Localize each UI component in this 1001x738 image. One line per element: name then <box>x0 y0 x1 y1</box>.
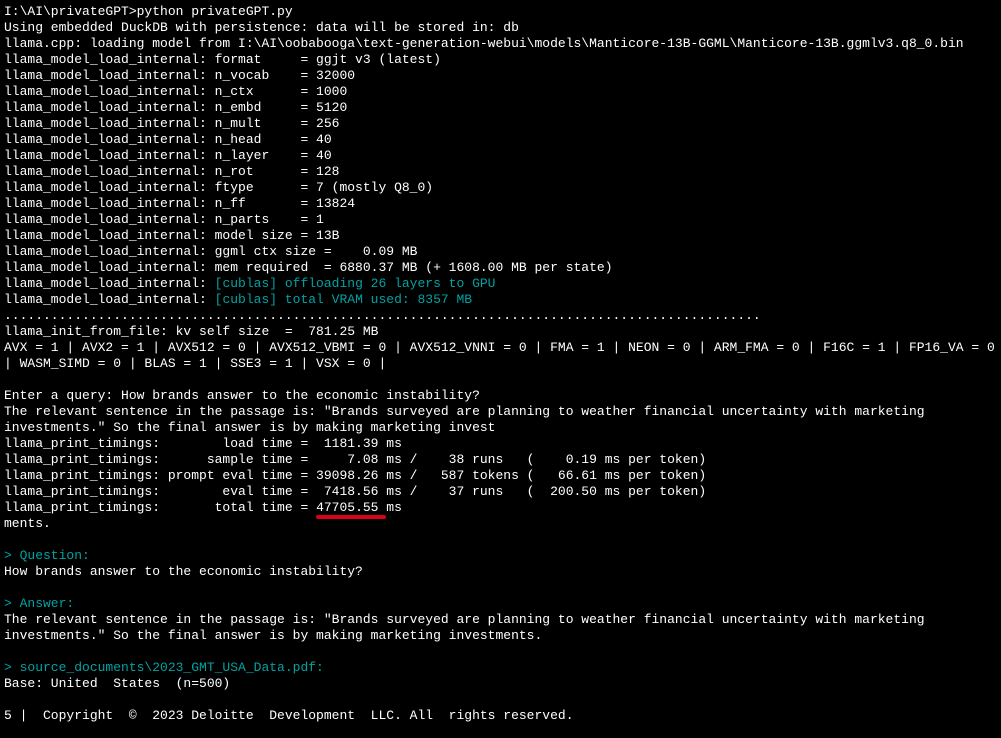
log-line: llama_model_load_internal: model size = … <box>4 228 339 243</box>
answer-preview: The relevant sentence in the passage is:… <box>4 404 925 435</box>
separator-dots: ........................................… <box>4 308 761 323</box>
query-prompt: Enter a query: How brands answer to the … <box>4 388 480 403</box>
cublas-offload: [cublas] offloading 26 layers to GPU <box>215 276 496 291</box>
answer-header: > Answer: <box>4 596 74 611</box>
shell-prompt: I:\AI\privateGPT>python privateGPT.py <box>4 4 293 19</box>
base-line: Base: United States (n=500) <box>4 676 230 691</box>
log-line: llama_model_load_internal: n_parts = 1 <box>4 212 324 227</box>
timing-line: llama_print_timings: eval time = 7418.56… <box>4 484 706 499</box>
log-line: llama_model_load_internal: ggml ctx size… <box>4 244 417 259</box>
log-line: llama_model_load_internal: format = ggjt… <box>4 52 441 67</box>
log-line: llama_model_load_internal: n_rot = 128 <box>4 164 339 179</box>
answer-text: The relevant sentence in the passage is:… <box>4 612 925 643</box>
log-line: ments. <box>4 516 51 531</box>
timing-total: llama_print_timings: total time = 47705.… <box>4 500 402 515</box>
cublas-vram: [cublas] total VRAM used: 8357 MB <box>215 292 472 307</box>
timing-line: llama_print_timings: prompt eval time = … <box>4 468 706 483</box>
log-line: Using embedded DuckDB with persistence: … <box>4 20 519 35</box>
log-line: llama_model_load_internal: n_ctx = 1000 <box>4 84 347 99</box>
log-line: llama_model_load_internal: n_mult = 256 <box>4 116 339 131</box>
question-header: > Question: <box>4 548 90 563</box>
log-line: llama_model_load_internal: n_embd = 5120 <box>4 100 347 115</box>
avx-flags: AVX = 1 | AVX2 = 1 | AVX512 = 0 | AVX512… <box>4 340 995 371</box>
total-time-value: 47705.55 <box>316 500 378 516</box>
log-line: llama_model_load_internal: n_head = 40 <box>4 132 332 147</box>
timing-line: llama_print_timings: sample time = 7.08 … <box>4 452 706 467</box>
log-line: llama_model_load_internal: [cublas] offl… <box>4 276 496 291</box>
log-line: llama_model_load_internal: n_vocab = 320… <box>4 68 355 83</box>
source-doc: > source_documents\2023_GMT_USA_Data.pdf… <box>4 660 324 675</box>
log-line: llama_model_load_internal: [cublas] tota… <box>4 292 472 307</box>
terminal-output: I:\AI\privateGPT>python privateGPT.py Us… <box>0 0 1001 728</box>
log-line: llama_model_load_internal: ftype = 7 (mo… <box>4 180 433 195</box>
copyright-line: 5 | Copyright © 2023 Deloitte Developmen… <box>4 708 574 723</box>
log-line: llama_model_load_internal: n_layer = 40 <box>4 148 332 163</box>
log-line: llama_init_from_file: kv self size = 781… <box>4 324 378 339</box>
log-line: llama.cpp: loading model from I:\AI\ooba… <box>4 36 964 51</box>
timing-line: llama_print_timings: load time = 1181.39… <box>4 436 402 451</box>
log-line: llama_model_load_internal: n_ff = 13824 <box>4 196 355 211</box>
log-line: llama_model_load_internal: mem required … <box>4 260 613 275</box>
question-text: How brands answer to the economic instab… <box>4 564 363 579</box>
